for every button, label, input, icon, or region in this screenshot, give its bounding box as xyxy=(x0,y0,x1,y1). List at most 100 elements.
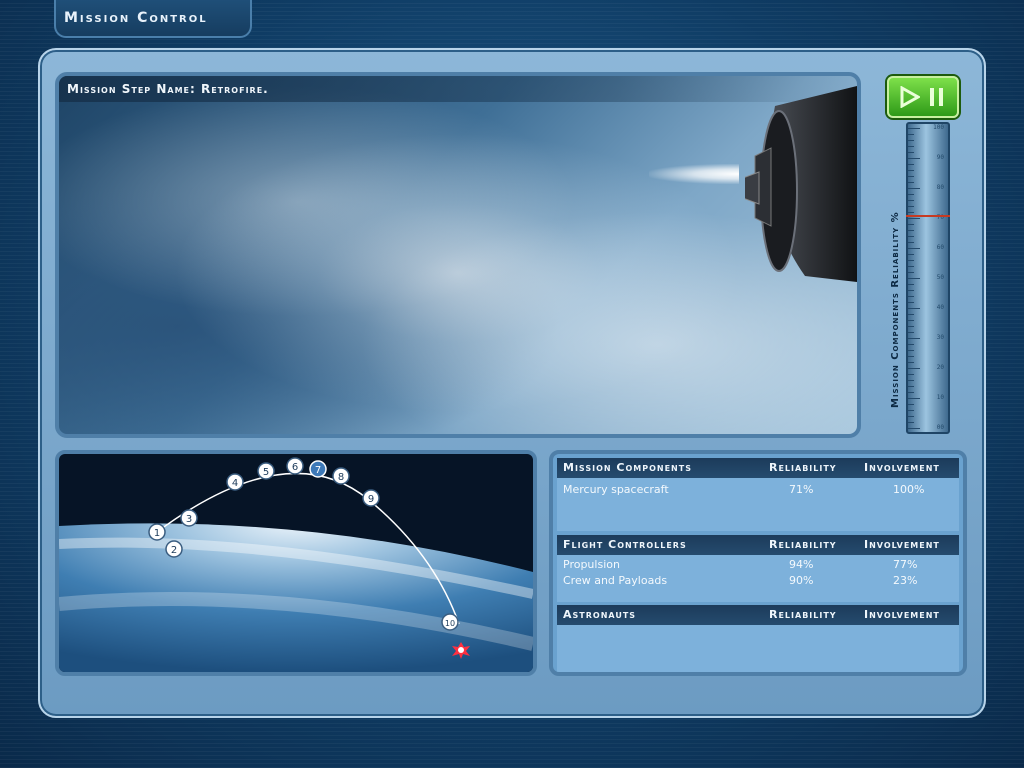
gauge-minor-tick xyxy=(908,374,914,375)
gauge-minor-tick xyxy=(908,416,914,417)
trajectory-map: 12 3 4 5 6 7 8 9 10 xyxy=(59,457,533,672)
gauge-minor-tick xyxy=(908,392,914,393)
controller-name: Propulsion xyxy=(563,558,620,571)
title-tab: Mission Control xyxy=(54,0,252,38)
trajectory-step-8: 8 xyxy=(332,467,350,485)
controller-reliability: 94% xyxy=(789,558,814,571)
reliability-header: Reliability xyxy=(769,608,837,621)
table-row[interactable]: Propulsion 94% 77% xyxy=(557,557,959,573)
gauge-tick xyxy=(908,308,920,309)
gauge-minor-tick xyxy=(908,326,914,327)
gauge-minor-tick xyxy=(908,272,914,273)
gauge-minor-tick xyxy=(908,290,914,291)
gauge-minor-tick xyxy=(908,422,914,423)
gauge-minor-tick xyxy=(908,302,914,303)
trajectory-step-label: 4 xyxy=(232,478,238,489)
gauge-minor-tick xyxy=(908,140,914,141)
gauge-level-marker xyxy=(906,215,950,217)
gauge-minor-tick xyxy=(908,176,914,177)
table-row[interactable]: Crew and Payloads 90% 23% xyxy=(557,573,959,589)
gauge-tick xyxy=(908,338,920,339)
gauge-tick xyxy=(908,218,920,219)
trajectory-step-label: 3 xyxy=(186,514,192,525)
trajectory-step-2: 2 xyxy=(165,540,183,558)
gauge-tick xyxy=(908,248,920,249)
reliability-panel: Mission Components Reliability Involveme… xyxy=(549,450,967,676)
gauge-minor-tick xyxy=(908,362,914,363)
trajectory-step-10: 10 xyxy=(441,613,459,631)
gauge-minor-tick xyxy=(908,212,914,213)
gauge-tick-label: 100 xyxy=(933,124,944,131)
gauge-minor-tick xyxy=(908,182,914,183)
astronauts-title: Astronauts xyxy=(563,608,637,621)
gauge-minor-tick xyxy=(908,200,914,201)
retrorocket-plume xyxy=(649,164,739,184)
gauge-minor-tick xyxy=(908,170,914,171)
gauge-tick-label: 10 xyxy=(936,394,944,401)
gauge-minor-tick xyxy=(908,380,914,381)
gauge-tick-label: 20 xyxy=(936,364,944,371)
controller-name: Crew and Payloads xyxy=(563,574,668,587)
trajectory-step-4: 4 xyxy=(226,473,244,491)
gauge-tick-label: 60 xyxy=(936,244,944,251)
gauge-minor-tick xyxy=(908,350,914,351)
play-pause-button[interactable] xyxy=(887,76,959,118)
gauge-minor-tick xyxy=(908,344,914,345)
mission-components-header: Mission Components Reliability Involveme… xyxy=(557,458,959,478)
component-reliability: 71% xyxy=(789,483,814,496)
gauge-tick-label: 50 xyxy=(936,274,944,281)
trajectory-step-label: 1 xyxy=(154,528,160,539)
trajectory-panel: 1 2 3 4 5 6 7 8 9 10 xyxy=(55,450,537,676)
gauge-minor-tick xyxy=(908,266,914,267)
flight-controllers-list: Propulsion 94% 77% Crew and Payloads 90%… xyxy=(557,555,959,602)
gauge-minor-tick xyxy=(908,254,914,255)
controller-involvement: 77% xyxy=(893,558,918,571)
gauge-minor-tick xyxy=(908,194,914,195)
gauge-minor-tick xyxy=(908,230,914,231)
gauge-minor-tick xyxy=(908,146,914,147)
pause-icon xyxy=(930,88,943,106)
gauge-minor-tick xyxy=(908,404,914,405)
gauge-tick-label: 30 xyxy=(936,334,944,341)
gauge-minor-tick xyxy=(908,332,914,333)
trajectory-step-7: 7 xyxy=(309,460,327,478)
trajectory-step-label: 9 xyxy=(368,494,374,505)
mission-step-name: Mission Step Name: Retrofire. xyxy=(67,82,269,96)
gauge-minor-tick xyxy=(908,242,914,243)
mission-components-title: Mission Components xyxy=(563,461,692,474)
trajectory-step-3: 3 xyxy=(180,509,198,527)
play-icon xyxy=(900,86,920,108)
trajectory-step-label: 7 xyxy=(315,465,321,476)
reliability-header: Reliability xyxy=(769,538,837,551)
gauge-tick-label: 80 xyxy=(936,184,944,191)
involvement-header: Involvement xyxy=(864,538,940,551)
gauge-minor-tick xyxy=(908,410,914,411)
gauge-minor-tick xyxy=(908,356,914,357)
trajectory-step-6: 6 xyxy=(286,457,304,475)
astronauts-header: Astronauts Reliability Involvement xyxy=(557,605,959,625)
trajectory-step-label: 5 xyxy=(263,467,269,478)
gauge-minor-tick xyxy=(908,320,914,321)
gauge-minor-tick xyxy=(908,260,914,261)
gauge-label: Mission Components Reliability % xyxy=(890,211,901,408)
trajectory-step-label: 8 xyxy=(338,472,344,483)
gauge-tick-label: 90 xyxy=(936,154,944,161)
gauge-minor-tick xyxy=(908,152,914,153)
gauge-minor-tick xyxy=(908,134,914,135)
gauge-minor-tick xyxy=(908,236,914,237)
flight-controllers-header: Flight Controllers Reliability Involveme… xyxy=(557,535,959,555)
trajectory-step-1: 1 xyxy=(148,523,166,541)
component-name: Mercury spacecraft xyxy=(563,483,669,496)
trajectory-step-label: 10 xyxy=(445,619,455,628)
gauge-minor-tick xyxy=(908,224,914,225)
mission-components-list: Mercury spacecraft 71% 100% xyxy=(557,478,959,531)
gauge-minor-tick xyxy=(908,296,914,297)
involvement-header: Involvement xyxy=(864,461,940,474)
gauge-minor-tick xyxy=(908,386,914,387)
table-row[interactable]: Mercury spacecraft 71% 100% xyxy=(557,482,959,498)
component-involvement: 100% xyxy=(893,483,925,496)
gauge-tick xyxy=(908,128,920,129)
involvement-header: Involvement xyxy=(864,608,940,621)
gauge-minor-tick xyxy=(908,284,914,285)
gauge-tick xyxy=(908,158,920,159)
